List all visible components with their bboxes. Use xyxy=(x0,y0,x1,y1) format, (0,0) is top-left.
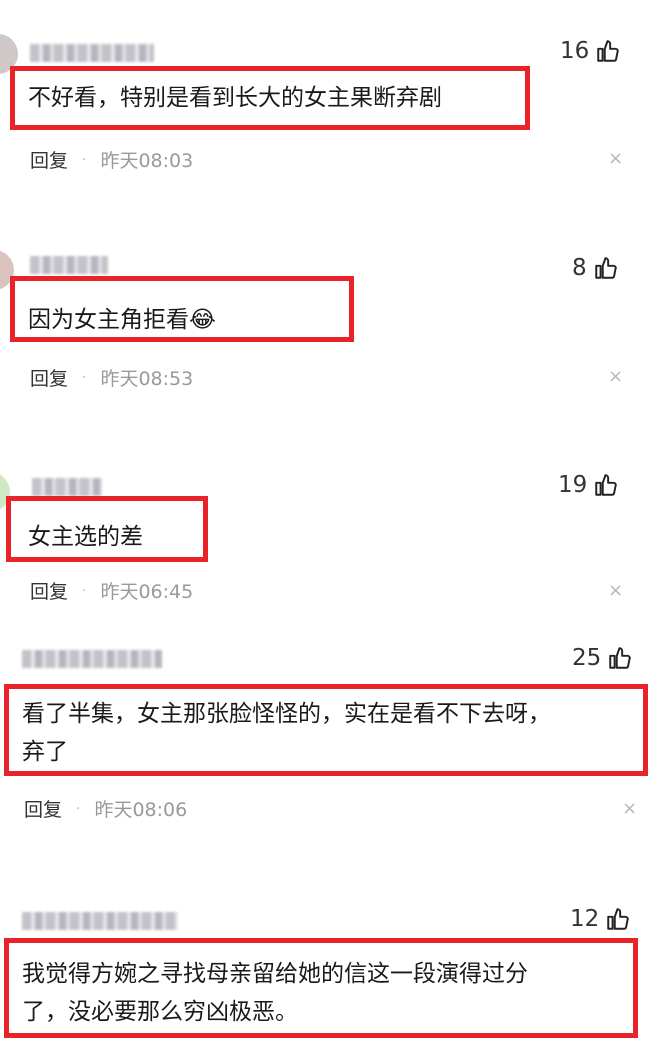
comment-text-line: 我觉得方婉之寻找母亲留给她的信这一段演得过分 xyxy=(22,961,528,987)
comment-text-line: 了，没必要那么穷凶极恶。 xyxy=(22,999,298,1025)
comment-item: 12 我觉得方婉之寻找母亲留给她的信这一段演得过分 了，没必要那么穷凶极恶。 xyxy=(0,0,660,1048)
like-count: 12 xyxy=(570,906,600,932)
like-button[interactable]: 12 xyxy=(570,906,631,932)
thumbs-up-icon xyxy=(607,908,630,930)
username-blurred[interactable] xyxy=(22,912,178,930)
comment-text: 我觉得方婉之寻找母亲留给她的信这一段演得过分 了，没必要那么穷凶极恶。 xyxy=(22,955,528,1031)
